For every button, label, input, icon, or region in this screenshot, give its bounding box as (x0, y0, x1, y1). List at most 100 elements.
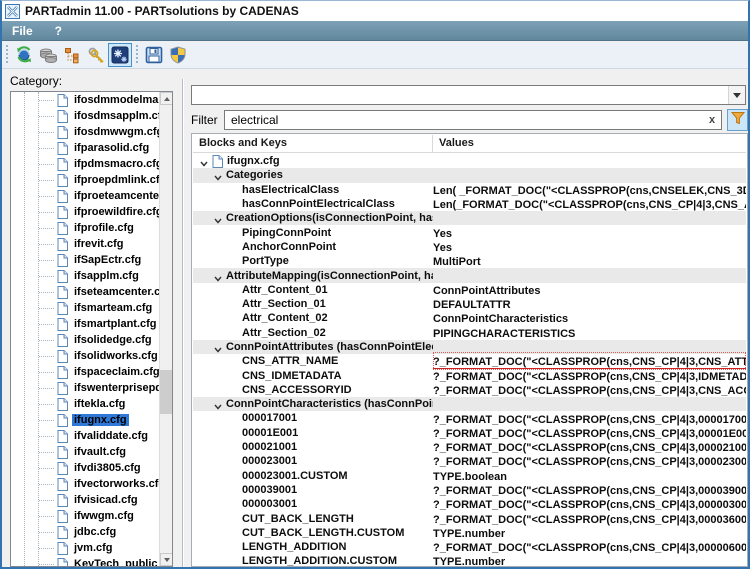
table-row[interactable]: LENGTH_ADDITION.CUSTOM TYPE.number (193, 554, 746, 566)
file-icon (57, 270, 68, 283)
sidebar-item[interactable]: ifvectorworks.cfg (11, 476, 159, 492)
chevron-down-icon[interactable] (213, 213, 223, 223)
tree-connector (39, 356, 54, 357)
chevron-down-icon (733, 93, 741, 98)
sidebar-item[interactable]: ifparasolid.cfg (11, 140, 159, 156)
file-icon (57, 142, 68, 155)
sidebar-item[interactable]: ifprofile.cfg (11, 220, 159, 236)
sidebar-item[interactable]: ifosdmmodelmana (11, 92, 159, 108)
key-cell: CNS_ACCESSORYID (193, 384, 433, 396)
sidebar-item[interactable]: ifpdmsmacro.cfg (11, 156, 159, 172)
key-cell: Categories (193, 169, 433, 181)
file-icon (57, 254, 68, 267)
combobox-dropdown-button[interactable] (728, 86, 745, 104)
sidebar-item[interactable]: ifproepdmlink.cfg (11, 172, 159, 188)
tree-connector (39, 324, 54, 325)
scroll-up-button[interactable] (160, 92, 173, 105)
column-header-values: Values (433, 135, 746, 152)
sidebar-item[interactable]: iftekla.cfg (11, 396, 159, 412)
sidebar-item[interactable]: ifvisicad.cfg (11, 492, 159, 508)
tree-connector (39, 148, 54, 149)
table-row[interactable]: PortType MultiPort (193, 254, 746, 268)
chevron-down-icon[interactable] (213, 399, 223, 409)
key-cell: CNS_IDMETADATA (193, 370, 433, 382)
tree-connector (39, 308, 54, 309)
hierarchy-icon (64, 47, 81, 64)
chevron-down-icon[interactable] (213, 271, 223, 281)
apply-filter-button[interactable] (727, 109, 748, 131)
context-combobox[interactable] (191, 85, 746, 105)
keys-button[interactable] (84, 43, 108, 67)
scrollbar-thumb[interactable] (160, 370, 173, 414)
table-row[interactable]: Attr_Section_02 PIPINGCHARACTERISTICS (193, 326, 746, 340)
blocks-keys-table: Blocks and Keys Values ifugnx.cfg (191, 133, 748, 567)
tree-connector (39, 372, 54, 373)
filter-row: Filter electrical x (191, 109, 748, 131)
file-icon (57, 350, 68, 363)
sidebar-item[interactable]: ifrevit.cfg (11, 236, 159, 252)
sidebar-item[interactable]: KeyTech_public_api (11, 556, 159, 566)
sidebar-item[interactable]: ifwwgm.cfg (11, 508, 159, 524)
clear-filter-icon[interactable]: x (703, 114, 721, 126)
filter-input[interactable]: electrical x (224, 110, 722, 130)
sidebar-item[interactable]: ifvault.cfg (11, 444, 159, 460)
keys-icon (87, 46, 106, 64)
file-icon (57, 494, 68, 507)
sidebar-item[interactable]: ifosdmwwgm.cfg (11, 124, 159, 140)
key-cell: PortType (193, 255, 433, 267)
refresh-button[interactable] (12, 43, 36, 67)
sidebar-item[interactable]: ifvaliddate.cfg (11, 428, 159, 444)
toolbar-grip-2[interactable] (134, 45, 139, 65)
sidebar-item[interactable]: ifsolidworks.cfg (11, 348, 159, 364)
sidebar-item[interactable]: ifugnx.cfg (11, 412, 159, 428)
file-icon (57, 126, 68, 139)
sidebar-item[interactable]: ifSapEctr.cfg (11, 252, 159, 268)
sidebar-item[interactable]: ifspaceclaim.cfg (11, 364, 159, 380)
chevron-down-icon[interactable] (213, 342, 223, 352)
table-header: Blocks and Keys Values (193, 135, 746, 153)
sidebar-item[interactable]: ifvdi3805.cfg (11, 460, 159, 476)
menu-help[interactable]: ? (55, 24, 62, 38)
refresh-icon (15, 46, 33, 64)
tree-connector (39, 228, 54, 229)
sidebar-item[interactable]: ifproeteamcenter.cf (11, 188, 159, 204)
tree-connector (39, 244, 54, 245)
sidebar-item[interactable]: ifsmarteam.cfg (11, 300, 159, 316)
sidebar-item[interactable]: ifswenterprisepdm. (11, 380, 159, 396)
file-icon (57, 110, 68, 123)
key-cell: 000021001 (193, 441, 433, 453)
table-row[interactable]: ifugnx.cfg (193, 154, 746, 168)
toolbar-grip[interactable] (4, 45, 9, 65)
key-cell: CreationOptions(isConnectionPoint, hasCo… (193, 212, 433, 224)
sidebar-item[interactable]: ifsmartplant.cfg (11, 316, 159, 332)
sidebar-item[interactable]: ifsolidedge.cfg (11, 332, 159, 348)
tree-connector (39, 388, 54, 389)
sidebar-item[interactable]: ifsapplm.cfg (11, 268, 159, 284)
key-cell: 000017001 (193, 412, 433, 424)
table-row[interactable]: hasConnPointElectricalClass Len(_FORMAT_… (193, 197, 746, 211)
configuration-files-button[interactable] (108, 43, 132, 67)
save-button[interactable] (142, 43, 166, 67)
filter-value: electrical (225, 113, 703, 127)
menu-file[interactable]: File (12, 24, 33, 38)
sidebar-item[interactable]: jdbc.cfg (11, 524, 159, 540)
chevron-down-icon[interactable] (213, 170, 223, 180)
sidebar-item[interactable]: jvm.cfg (11, 540, 159, 556)
key-cell: hasConnPointElectricalClass (193, 198, 433, 210)
file-icon (57, 318, 68, 331)
scroll-down-button[interactable] (160, 553, 173, 566)
tree-connector (39, 340, 54, 341)
admin-shield-button[interactable] (166, 43, 190, 67)
chevron-down-icon[interactable] (199, 156, 209, 166)
key-cell: 000023001.CUSTOM (193, 470, 433, 482)
sidebar-item[interactable]: ifproewildfire.cfg (11, 204, 159, 220)
sidebar-item[interactable]: ifseteamcenter.cfg (11, 284, 159, 300)
tree-scrollbar[interactable] (159, 92, 172, 566)
panel-splitter[interactable] (182, 79, 184, 567)
admin-shield-icon (169, 46, 187, 64)
table-row[interactable]: CNS_ACCESSORYID ?_FORMAT_DOC("<CLASSPROP… (193, 383, 746, 397)
hierarchy-button[interactable] (60, 43, 84, 67)
synchronize-button[interactable] (36, 43, 60, 67)
key-cell: CNS_ATTR_NAME (193, 355, 433, 367)
sidebar-item[interactable]: ifosdmsapplm.cfg (11, 108, 159, 124)
